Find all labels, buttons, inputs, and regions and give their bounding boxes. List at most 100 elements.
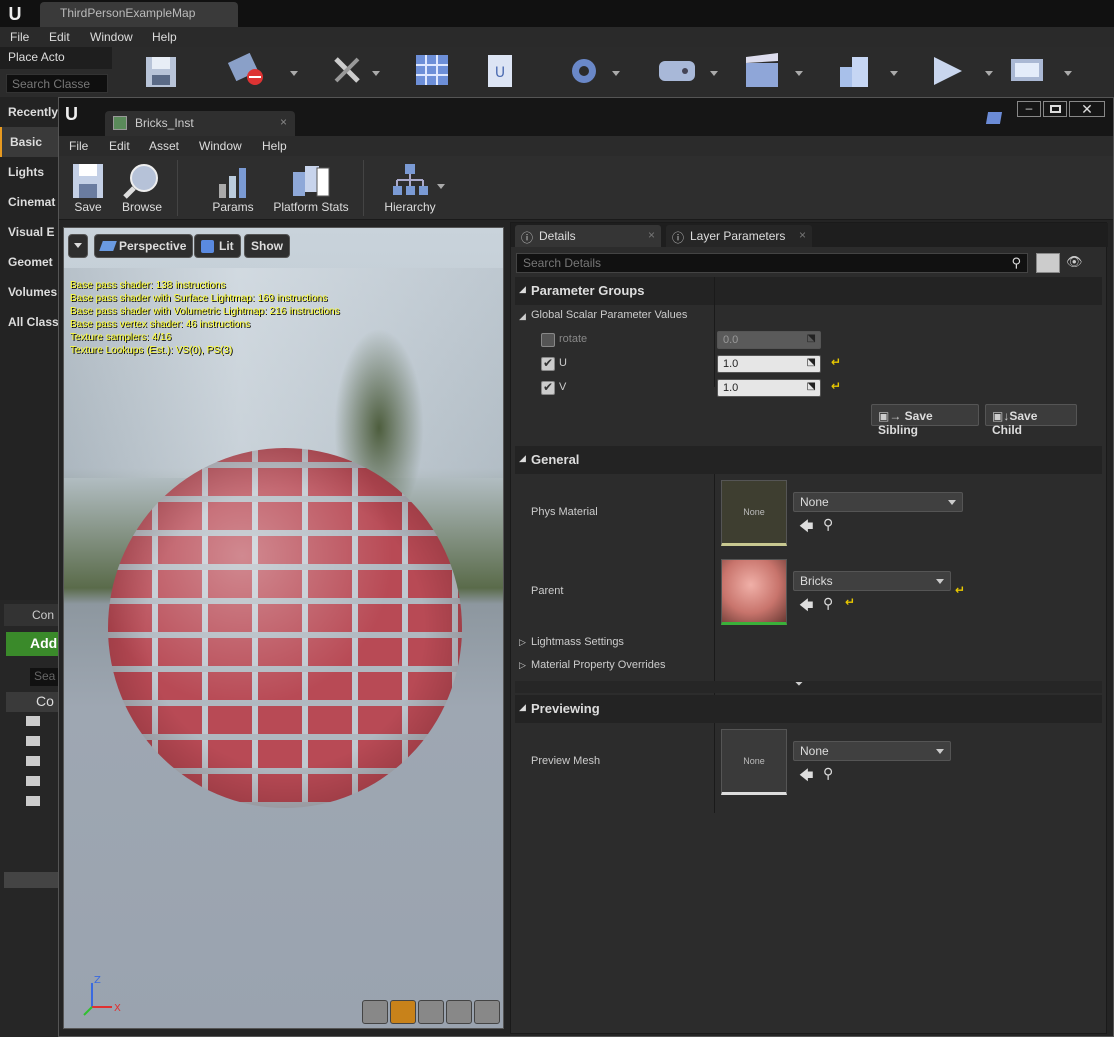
close-tab-icon[interactable]: × (799, 228, 806, 242)
show-button[interactable]: Show (244, 234, 290, 258)
folder-icon[interactable] (26, 736, 40, 746)
parameter-groups-header[interactable]: ◢ Parameter Groups (515, 277, 1102, 305)
chevron-down-icon[interactable] (710, 71, 718, 76)
folder-icon[interactable] (26, 716, 40, 726)
rotate-value-input[interactable]: 0.0 ⬔ (717, 331, 821, 349)
modes-icon[interactable] (328, 51, 372, 91)
v-value-input[interactable]: 1.0 ⬔ (717, 379, 821, 397)
hierarchy-dropdown-icon[interactable] (437, 184, 445, 189)
menu-asset[interactable]: Asset (149, 139, 179, 153)
reset-to-default-icon[interactable]: ↵ (845, 595, 855, 609)
place-actors-tab[interactable]: Place Acto (0, 47, 112, 69)
chevron-down-icon[interactable] (795, 71, 803, 76)
chevron-down-icon[interactable] (985, 71, 993, 76)
params-button[interactable]: Params (205, 158, 261, 218)
level-tab[interactable]: ThirdPersonExampleMap (40, 2, 238, 27)
folder-icon[interactable] (26, 776, 40, 786)
close-tab-icon[interactable]: × (280, 115, 287, 129)
settings-gear-icon[interactable] (562, 51, 606, 91)
material-property-overrides-label[interactable]: Material Property Overrides (531, 659, 666, 671)
perspective-button[interactable]: Perspective (94, 234, 194, 258)
category-all-classes[interactable]: All Class (0, 307, 58, 337)
collapse-arrow-icon[interactable]: ◢ (519, 311, 526, 322)
menu-help[interactable]: Help (262, 139, 287, 153)
category-volumes[interactable]: Volumes (0, 277, 58, 307)
save-child-button[interactable]: ▣↓Save Child (985, 404, 1077, 437)
build-icon[interactable] (832, 51, 876, 91)
phys-material-combo[interactable]: None (793, 492, 963, 512)
browse-search-icon[interactable]: ⚲ (823, 516, 833, 533)
lit-button[interactable]: Lit (194, 234, 241, 258)
visibility-eye-icon[interactable]: 👁 (1066, 254, 1083, 270)
previewing-header[interactable]: ◢ Previewing (515, 695, 1102, 723)
parent-material-thumbnail[interactable] (721, 559, 787, 625)
launch-icon[interactable] (1005, 51, 1049, 91)
chevron-down-icon[interactable] (290, 71, 298, 76)
reset-to-default-icon[interactable]: ↵ (955, 583, 965, 597)
expand-arrow-icon[interactable]: ▷ (519, 660, 526, 671)
category-lights[interactable]: Lights (0, 157, 58, 187)
parent-combo[interactable]: Bricks (793, 571, 951, 591)
preview-mesh-combo[interactable]: None (793, 741, 951, 761)
expand-arrow-icon[interactable]: ▷ (519, 637, 526, 648)
reset-to-default-icon[interactable]: ↵ (831, 379, 841, 393)
play-icon[interactable] (926, 51, 970, 91)
selected-folder-row[interactable] (4, 872, 58, 888)
blueprints-icon[interactable] (655, 51, 699, 91)
menu-file[interactable]: File (69, 139, 88, 153)
u-value-input[interactable]: 1.0 ⬔ (717, 355, 821, 373)
browse-search-icon[interactable]: ⚲ (823, 765, 833, 782)
close-window-icon[interactable]: ✕ (1069, 101, 1105, 117)
material-instance-tab[interactable]: Bricks_Inst × (105, 111, 295, 136)
source-control-icon[interactable] (225, 51, 269, 91)
platform-stats-button[interactable]: Platform Stats (267, 158, 355, 218)
use-selected-arrow-icon[interactable]: 🡄 (799, 765, 813, 789)
browse-button[interactable]: Browse (115, 158, 169, 218)
category-recently[interactable]: Recently (0, 97, 58, 127)
use-selected-arrow-icon[interactable]: 🡄 (799, 595, 813, 619)
reset-to-default-icon[interactable]: ↵ (831, 355, 841, 369)
v-checkbox[interactable]: ✔ (541, 380, 555, 395)
view-options-list-icon[interactable] (1036, 253, 1060, 273)
search-details-input[interactable]: Search Details ⚲ (516, 253, 1028, 273)
preview-mesh-button[interactable] (474, 1000, 500, 1024)
chevron-down-icon[interactable] (1064, 71, 1072, 76)
folder-icon[interactable] (26, 756, 40, 766)
tab-layer-parameters[interactable]: ⓘ Layer Parameters × (666, 225, 812, 247)
category-basic[interactable]: Basic (0, 127, 58, 157)
main-menu-edit[interactable]: Edit (49, 30, 70, 44)
main-menu-help[interactable]: Help (152, 30, 177, 44)
browse-search-icon[interactable]: ⚲ (823, 595, 833, 612)
preview-viewport[interactable]: Perspective Lit Show Base pass shader: 1… (63, 227, 504, 1029)
cinematics-icon[interactable] (740, 51, 784, 91)
menu-edit[interactable]: Edit (109, 139, 130, 153)
preview-mesh-thumbnail[interactable]: None (721, 729, 787, 795)
viewport-options-button[interactable] (68, 234, 88, 258)
save-button[interactable]: Save (65, 158, 111, 218)
folder-search-input[interactable]: Sea (30, 668, 58, 686)
chevron-down-icon[interactable] (372, 71, 380, 76)
chevron-down-icon[interactable] (612, 71, 620, 76)
content-root-folder[interactable]: Co (6, 692, 58, 712)
folder-icon[interactable] (26, 796, 40, 806)
minimize-icon[interactable]: – (1017, 101, 1041, 117)
content-icon[interactable] (410, 51, 454, 91)
close-tab-icon[interactable]: × (648, 228, 655, 242)
main-menu-file[interactable]: File (10, 30, 29, 44)
rotate-checkbox[interactable] (541, 333, 555, 347)
hierarchy-button[interactable]: Hierarchy (377, 158, 443, 218)
category-geometry[interactable]: Geomet (0, 247, 58, 277)
preview-cylinder-button[interactable] (362, 1000, 388, 1024)
add-new-button[interactable]: Add (6, 632, 58, 656)
main-menu-window[interactable]: Window (90, 30, 133, 44)
marketplace-icon[interactable]: U (478, 51, 522, 91)
search-classes-input[interactable]: Search Classe (6, 74, 108, 93)
maximize-icon[interactable] (1043, 101, 1067, 117)
save-current-icon[interactable] (140, 51, 184, 91)
menu-window[interactable]: Window (199, 139, 242, 153)
lightmass-settings-label[interactable]: Lightmass Settings (531, 636, 624, 648)
preview-plane-button[interactable] (418, 1000, 444, 1024)
category-visual-effects[interactable]: Visual E (0, 217, 58, 247)
advanced-expander[interactable]: ⏷ (515, 679, 1102, 693)
preview-sphere-button[interactable] (390, 1000, 416, 1024)
